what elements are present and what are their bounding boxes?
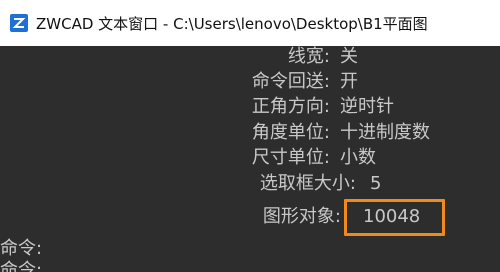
text-window-console[interactable]: 线宽: 关 命令回送: 开 正角方向: 逆时针 角度单位: 十进制度数 尺寸单位: 小数 … [0, 46, 500, 272]
command-prompt[interactable]: 命令: [0, 256, 42, 272]
setting-line-angunits: 角度单位: 十进制度数 [0, 122, 430, 144]
window-title: ZWCAD 文本窗口 - C:\Users\lenovo\Desktop\B1平… [36, 14, 428, 33]
setting-label: 图形对象: [262, 206, 341, 227]
setting-value: 十进制度数 [340, 122, 430, 143]
setting-line-lineweight: 线宽: 关 [0, 46, 358, 68]
setting-line-cmdecho: 命令回送: 开 [0, 71, 358, 93]
setting-value: 开 [340, 71, 358, 92]
setting-value: 5 [370, 173, 382, 194]
setting-label: 正角方向: [251, 96, 330, 117]
setting-value: 逆时针 [340, 96, 394, 117]
setting-label: 尺寸单位: [251, 147, 330, 168]
setting-label: 角度单位: [251, 122, 330, 143]
setting-label: 线宽: [287, 46, 330, 67]
setting-value: 关 [340, 46, 358, 67]
zwcad-app-icon [10, 14, 28, 32]
setting-line-angdir: 正角方向: 逆时针 [0, 96, 394, 118]
highlight-box [344, 199, 445, 236]
setting-line-lunits: 尺寸单位: 小数 [0, 147, 376, 169]
setting-label: 命令回送: [251, 71, 330, 92]
setting-value: 小数 [340, 147, 376, 168]
setting-line-pickbox: 选取框大小: 5 [0, 173, 382, 195]
setting-label: 选取框大小: [259, 173, 356, 194]
title-bar: ZWCAD 文本窗口 - C:\Users\lenovo\Desktop\B1平… [0, 0, 500, 46]
